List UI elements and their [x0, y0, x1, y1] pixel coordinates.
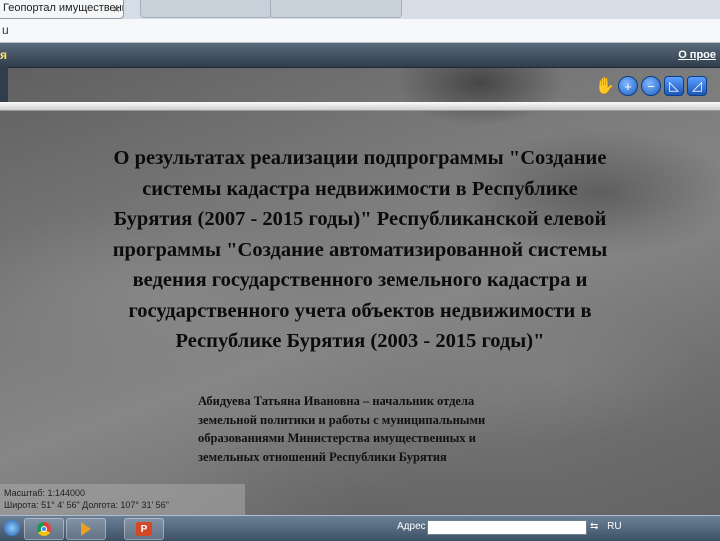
language-indicator[interactable]: RU [607, 521, 621, 532]
taskbar: P Адрес ⇆ RU [0, 515, 720, 541]
browser-tab[interactable] [140, 0, 272, 18]
scale-readout: Масштаб: 1:144000 [4, 488, 86, 498]
map-separator [0, 102, 720, 111]
taskbar-address-input[interactable] [427, 520, 587, 535]
area-icon[interactable]: ◿ [687, 76, 707, 96]
side-panel-strip [0, 67, 8, 102]
address-bar[interactable]: u [0, 19, 720, 43]
chrome-icon [37, 522, 51, 536]
geoportal-header: я О прое [0, 43, 720, 68]
browser-tab-active[interactable]: Геопортал имущественн × [0, 0, 124, 19]
map-toolbar: ✋ + − ◺ ◿ [595, 76, 707, 98]
title-line: О результатах реализации подпрограммы "С… [113, 147, 607, 169]
title-line: ведения государственного земельного када… [132, 269, 588, 291]
powerpoint-icon: P [136, 522, 152, 536]
slide-title: О результатах реализации подпрограммы "С… [60, 143, 660, 357]
header-label: я [0, 48, 8, 62]
browser-tab[interactable] [270, 0, 402, 18]
close-icon[interactable]: × [113, 1, 120, 18]
author-line: земельной политики и работы с муниципаль… [198, 412, 486, 427]
zoom-in-icon[interactable]: + [618, 76, 638, 96]
about-link[interactable]: О прое [678, 45, 716, 65]
tray-arrow-icon[interactable]: ⇆ [590, 521, 598, 532]
zoom-out-icon[interactable]: − [641, 76, 661, 96]
map-status: Масштаб: 1:144000 Широта: 51° 4' 56" Дол… [0, 484, 245, 516]
taskbar-chrome[interactable] [24, 518, 64, 540]
coords-readout: Широта: 51° 4' 56" Долгота: 107° 31' 56" [4, 500, 169, 510]
author-line: земельных отношений Республики Бурятия [198, 449, 447, 464]
taskbar-media[interactable] [66, 518, 106, 540]
system-tray: ⇆ RU [590, 521, 628, 532]
title-line: государственного учета объектов недвижим… [128, 299, 592, 322]
address-label: Адрес [397, 521, 426, 532]
play-icon [81, 522, 91, 536]
title-line: Республике Бурятия (2003 - 2015 годы)" [175, 330, 545, 352]
title-line: Бурятия (2007 - 2015 годы)" Республиканс… [113, 208, 607, 230]
slide-author: Абидуева Татьяна Ивановна – начальник от… [198, 392, 598, 466]
title-line: системы кадастра недвижимости в Республи… [142, 177, 578, 200]
author-line: Абидуева Татьяна Ивановна – начальник от… [198, 394, 475, 408]
title-line: программы "Создание автоматизированной с… [112, 238, 608, 261]
taskbar-powerpoint[interactable]: P [124, 518, 164, 540]
browser-tab-bar: Геопортал имущественн × [0, 0, 720, 20]
address-text: u [2, 23, 9, 37]
hand-icon[interactable]: ✋ [595, 76, 615, 96]
tab-title: Геопортал имущественн [3, 2, 124, 14]
measure-icon[interactable]: ◺ [664, 76, 684, 96]
author-line: образованиями Министерства имущественных… [198, 431, 476, 445]
start-button[interactable] [4, 520, 20, 536]
